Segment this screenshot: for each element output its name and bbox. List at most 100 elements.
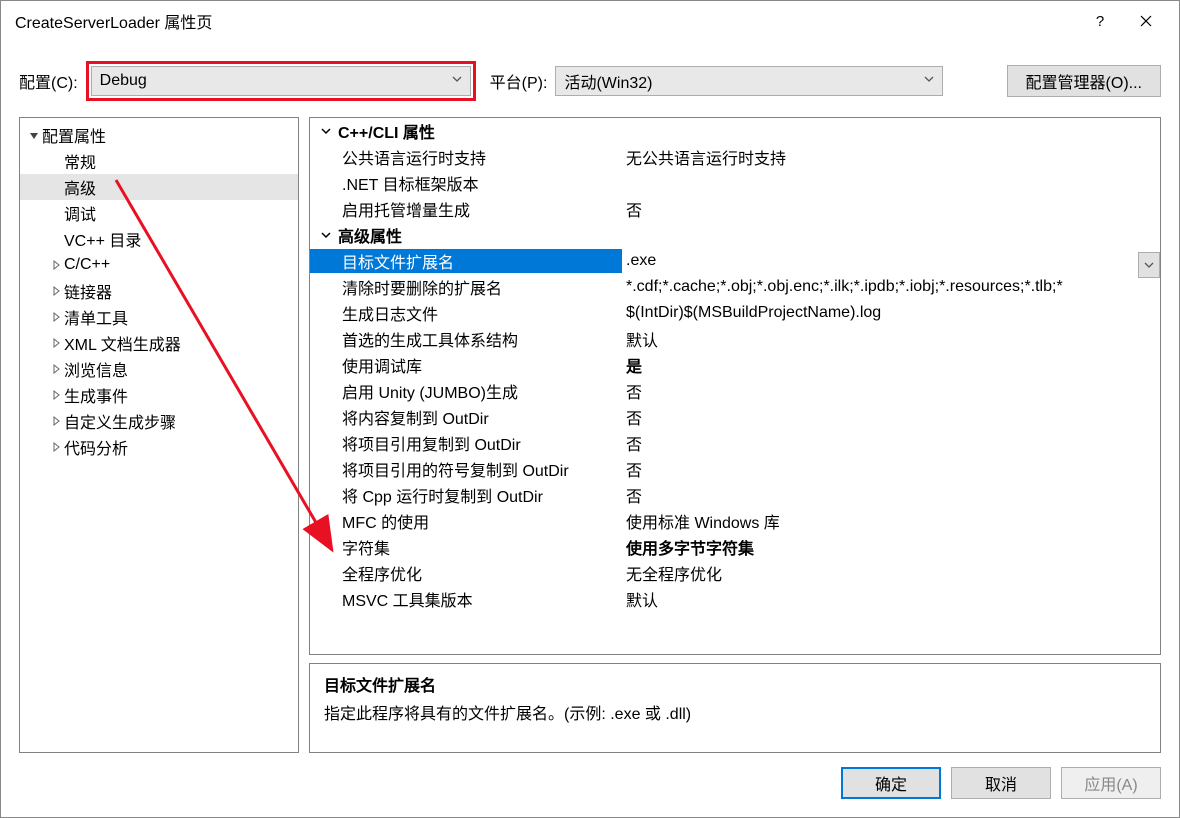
apply-button[interactable]: 应用(A): [1061, 767, 1161, 799]
tree-root-label: 配置属性: [42, 123, 106, 147]
tree-item-label: 自定义生成步骤: [64, 409, 176, 433]
property-value: 默认: [622, 587, 1160, 611]
property-row[interactable]: 启用 Unity (JUMBO)生成否: [310, 378, 1160, 404]
config-highlight: Debug: [86, 61, 476, 101]
chevron-down-icon: [314, 231, 338, 239]
config-row: 配置(C): Debug 平台(P): 活动(Win32) 配置管理器(O)..…: [1, 41, 1179, 117]
property-name: 清除时要删除的扩展名: [310, 275, 622, 299]
property-name: 字符集: [310, 535, 622, 559]
property-row[interactable]: 全程序优化无全程序优化: [310, 560, 1160, 586]
property-value: 无全程序优化: [622, 561, 1160, 585]
tree-item-label: C/C++: [64, 256, 110, 274]
property-row[interactable]: 清除时要删除的扩展名*.cdf;*.cache;*.obj;*.obj.enc;…: [310, 274, 1160, 300]
property-name: 使用调试库: [310, 353, 622, 377]
property-name: 启用托管增量生成: [310, 197, 622, 221]
property-row[interactable]: 生成日志文件$(IntDir)$(MSBuildProjectName).log: [310, 300, 1160, 326]
platform-dropdown[interactable]: 活动(Win32): [555, 66, 943, 96]
expander-open-icon: [26, 130, 42, 140]
tree-item[interactable]: 自定义生成步骤: [20, 408, 298, 434]
expander-closed-icon: [48, 364, 64, 374]
property-row[interactable]: 字符集使用多字节字符集: [310, 534, 1160, 560]
tree-item-label: VC++ 目录: [64, 227, 141, 251]
expander-closed-icon: [48, 416, 64, 426]
property-row[interactable]: .NET 目标框架版本: [310, 170, 1160, 196]
tree-item[interactable]: XML 文档生成器: [20, 330, 298, 356]
cancel-button[interactable]: 取消: [951, 767, 1051, 799]
button-row: 确定 取消 应用(A): [1, 753, 1179, 817]
tree-item-label: 常规: [64, 149, 96, 173]
property-name: 将内容复制到 OutDir: [310, 405, 622, 429]
property-row[interactable]: 使用调试库是: [310, 352, 1160, 378]
property-value: 否: [622, 431, 1160, 455]
tree-item[interactable]: 调试: [20, 200, 298, 226]
category-header[interactable]: 高级属性: [310, 222, 1160, 248]
property-value: *.cdf;*.cache;*.obj;*.obj.enc;*.ilk;*.ip…: [622, 278, 1160, 296]
chevron-down-icon: [924, 76, 934, 86]
description-panel: 目标文件扩展名 指定此程序将具有的文件扩展名。(示例: .exe 或 .dll): [309, 663, 1161, 753]
tree-root[interactable]: 配置属性: [20, 122, 298, 148]
platform-label: 平台(P):: [490, 69, 548, 93]
tree-item[interactable]: 清单工具: [20, 304, 298, 330]
property-panel: C++/CLI 属性公共语言运行时支持无公共语言运行时支持.NET 目标框架版本…: [309, 117, 1161, 655]
property-name: 将项目引用的符号复制到 OutDir: [310, 457, 622, 481]
tree-panel: 配置属性 常规高级调试VC++ 目录 C/C++ 链接器清单工具XML 文档生成器浏…: [19, 117, 299, 753]
property-value: 否: [622, 405, 1160, 429]
property-value: 是: [622, 353, 1160, 377]
property-name: MSVC 工具集版本: [310, 587, 622, 611]
ok-button[interactable]: 确定: [841, 767, 941, 799]
window-title: CreateServerLoader 属性页: [15, 9, 1077, 33]
tree-item[interactable]: VC++ 目录: [20, 226, 298, 252]
category-header[interactable]: C++/CLI 属性: [310, 118, 1160, 144]
expander-closed-icon: [48, 338, 64, 348]
close-button[interactable]: [1123, 6, 1169, 36]
property-row[interactable]: 启用托管增量生成否: [310, 196, 1160, 222]
property-name: 目标文件扩展名: [310, 249, 622, 273]
property-row[interactable]: 将项目引用的符号复制到 OutDir否: [310, 456, 1160, 482]
property-row[interactable]: 将项目引用复制到 OutDir否: [310, 430, 1160, 456]
config-value: Debug: [100, 72, 452, 90]
property-row[interactable]: 首选的生成工具体系结构默认: [310, 326, 1160, 352]
tree-item-label: 浏览信息: [64, 357, 128, 381]
property-row[interactable]: 将 Cpp 运行时复制到 OutDir否: [310, 482, 1160, 508]
expander-closed-icon: [48, 312, 64, 322]
tree-item[interactable]: 生成事件: [20, 382, 298, 408]
tree-item[interactable]: 高级: [20, 174, 298, 200]
tree-item-label: 调试: [64, 201, 96, 225]
property-value: $(IntDir)$(MSBuildProjectName).log: [622, 304, 1160, 322]
property-value: .exe: [622, 252, 1160, 270]
property-value: 默认: [622, 327, 1160, 351]
tree-item-label: 清单工具: [64, 305, 128, 329]
property-value: 否: [622, 197, 1160, 221]
property-row[interactable]: MFC 的使用使用标准 Windows 库: [310, 508, 1160, 534]
config-label: 配置(C):: [19, 69, 78, 93]
help-button[interactable]: ?: [1077, 6, 1123, 36]
config-manager-button[interactable]: 配置管理器(O)...: [1007, 65, 1161, 97]
description-text: 指定此程序将具有的文件扩展名。(示例: .exe 或 .dll): [324, 700, 1146, 724]
category-name: C++/CLI 属性: [338, 119, 435, 143]
tree-item[interactable]: 常规: [20, 148, 298, 174]
property-name: 生成日志文件: [310, 301, 622, 325]
property-name: 首选的生成工具体系结构: [310, 327, 622, 351]
property-value: 否: [622, 379, 1160, 403]
property-row[interactable]: 公共语言运行时支持无公共语言运行时支持: [310, 144, 1160, 170]
tree-item[interactable]: 代码分析: [20, 434, 298, 460]
tree-item-label: 生成事件: [64, 383, 128, 407]
property-name: .NET 目标框架版本: [310, 171, 622, 195]
tree-item-label: 代码分析: [64, 435, 128, 459]
property-row[interactable]: 目标文件扩展名.exe: [310, 248, 1160, 274]
property-value: 无公共语言运行时支持: [622, 145, 1160, 169]
property-row[interactable]: 将内容复制到 OutDir否: [310, 404, 1160, 430]
expander-closed-icon: [48, 286, 64, 296]
tree-item-label: 链接器: [64, 279, 112, 303]
config-dropdown[interactable]: Debug: [91, 66, 471, 96]
chevron-down-icon: [1144, 262, 1154, 268]
property-dropdown-button[interactable]: [1138, 252, 1160, 278]
tree-item[interactable]: 链接器: [20, 278, 298, 304]
expander-closed-icon: [48, 260, 64, 270]
tree-item[interactable]: C/C++: [20, 252, 298, 278]
tree-item-label: XML 文档生成器: [64, 331, 181, 355]
chevron-down-icon: [314, 127, 338, 135]
property-name: 启用 Unity (JUMBO)生成: [310, 379, 622, 403]
property-row[interactable]: MSVC 工具集版本默认: [310, 586, 1160, 612]
tree-item[interactable]: 浏览信息: [20, 356, 298, 382]
